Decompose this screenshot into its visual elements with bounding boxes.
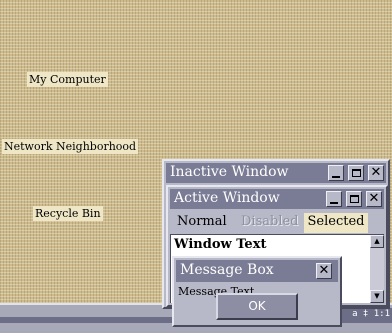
minimize-button[interactable] [328,165,344,181]
close-icon: ✕ [318,263,330,278]
active-window-title: Active Window [174,190,280,206]
arrow-up-icon: ▲ [374,237,380,245]
maximize-button[interactable] [348,165,364,181]
message-box-title: Message Box [180,262,274,278]
maximize-button[interactable] [346,191,362,207]
close-icon: ✕ [370,165,382,180]
inactive-window-title: Inactive Window [170,164,289,180]
maximize-icon [351,169,361,177]
menu-bar: Normal Disabled Selected [170,211,384,233]
vertical-scrollbar[interactable]: ▲ ▼ [370,235,384,303]
menu-item-normal[interactable]: Normal [174,213,230,233]
message-box[interactable]: Message Box ✕ Message Text OK [172,256,342,327]
scroll-up-button[interactable]: ▲ [370,235,384,248]
system-tray-clock[interactable]: a ‡ 1:1 [342,308,392,321]
minimize-icon [332,175,340,178]
arrow-down-icon: ▼ [374,292,380,300]
close-button[interactable]: ✕ [368,165,384,181]
close-button[interactable]: ✕ [366,191,382,207]
ok-button[interactable]: OK [216,293,298,320]
scroll-down-button[interactable]: ▼ [370,290,384,303]
minimize-button[interactable] [326,191,342,207]
desktop-icon-recycle-bin-label[interactable]: Recycle Bin [33,206,103,221]
minimize-icon [330,201,338,204]
menu-item-selected[interactable]: Selected [304,213,368,233]
close-button[interactable]: ✕ [316,263,332,279]
active-window-titlebar[interactable]: Active Window ✕ [170,189,384,209]
menu-item-disabled: Disabled [241,214,299,229]
inactive-window-titlebar[interactable]: Inactive Window ✕ [166,163,386,183]
maximize-icon [349,195,359,203]
close-icon: ✕ [368,191,380,206]
desktop-icon-my-computer-label[interactable]: My Computer [27,72,108,87]
window-text: Window Text [174,237,267,252]
desktop-icon-network-neighborhood-label[interactable]: Network Neighborhood [2,139,139,154]
message-box-titlebar[interactable]: Message Box ✕ [176,260,338,282]
